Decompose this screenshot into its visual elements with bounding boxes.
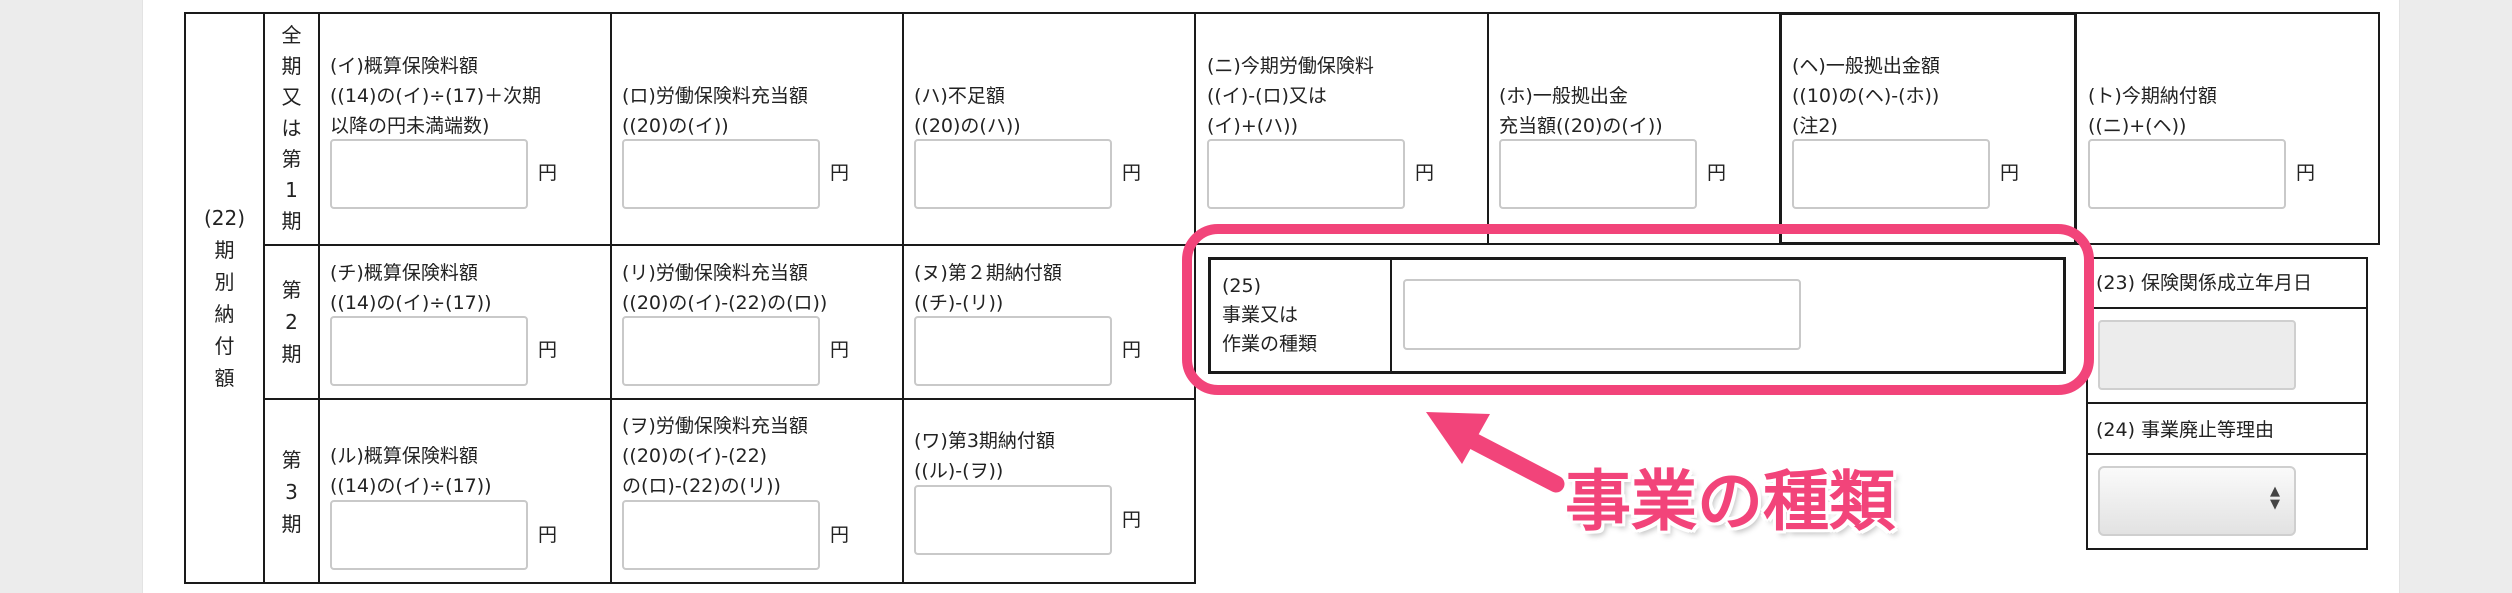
abolition-reason-select[interactable]: ▲ ▼ <box>2098 466 2296 536</box>
input-ri-allocation[interactable] <box>622 316 820 386</box>
divider <box>2086 453 2368 455</box>
label-ri: (リ)労働保険料充当額 ((20)の(イ)-(22)の(ロ)) <box>622 262 828 314</box>
label-ni: (ニ)今期労働保険料 ((イ)-(ロ)又は (イ)+(ハ)) <box>1207 55 1374 137</box>
period2-label: 第 2 期 <box>281 278 302 366</box>
input-ho-general-contribution[interactable] <box>1499 139 1697 209</box>
label-ro: (ロ)労働保険料充当額 ((20)の(イ)) <box>622 85 808 137</box>
label-nu: (ヌ)第２期納付額 ((チ)-(リ)) <box>914 262 1062 314</box>
divider <box>902 12 904 584</box>
yen-unit: 円 <box>830 162 850 184</box>
label-chi: (チ)概算保険料額 ((14)の(イ)÷(17)) <box>330 262 492 314</box>
input-wa-third-payment[interactable] <box>914 485 1112 555</box>
label-to: (ト)今期納付額 ((ニ)+(ヘ)) <box>2088 85 2217 137</box>
annotation-highlight <box>1182 224 2094 395</box>
yen-unit: 円 <box>1122 162 1142 184</box>
yen-unit: 円 <box>538 162 558 184</box>
divider <box>610 12 612 584</box>
yen-unit: 円 <box>830 524 850 546</box>
input-i-estimated-premium[interactable] <box>330 139 528 209</box>
input-chi-estimated-premium[interactable] <box>330 316 528 386</box>
group-label-22: (22) 期 別 納 付 額 <box>203 206 246 390</box>
yen-unit: 円 <box>538 339 558 361</box>
input-ru-estimated-premium[interactable] <box>330 500 528 570</box>
input-ro-allocation[interactable] <box>622 139 820 209</box>
insurance-established-label: (23) 保険関係成立年月日 <box>2096 272 2313 294</box>
abolition-reason-label: (24) 事業廃止等理由 <box>2096 419 2275 441</box>
yen-unit: 円 <box>538 524 558 546</box>
yen-unit: 円 <box>1122 509 1142 531</box>
input-ni-labor-premium[interactable] <box>1207 139 1405 209</box>
input-to-payment-this-period[interactable] <box>2088 139 2286 209</box>
label-i: (イ)概算保険料額 ((14)の(イ)÷(17)＋次期 以降の円未満端数) <box>330 55 542 137</box>
label-ru: (ル)概算保険料額 ((14)の(イ)÷(17)) <box>330 445 492 497</box>
period1-label: 全 期 又 は 第 1 期 <box>281 22 302 233</box>
input-he-general-contribution-amount[interactable] <box>1792 139 1990 209</box>
annotation-arrow-icon <box>1420 408 1569 497</box>
input-nu-second-payment[interactable] <box>914 316 1112 386</box>
divider <box>263 244 1196 246</box>
yen-unit: 円 <box>1122 339 1142 361</box>
input-wo-allocation[interactable] <box>622 500 820 570</box>
divider <box>2086 402 2368 404</box>
label-wo: (ヲ)労働保険料充当額 ((20)の(イ)-(22) の(ロ)-(22)の(リ)… <box>622 415 808 497</box>
input-ha-shortfall[interactable] <box>914 139 1112 209</box>
select-arrows-icon: ▲ ▼ <box>2270 484 2280 512</box>
label-ha: (ハ)不足額 ((20)の(ハ)) <box>914 85 1021 137</box>
label-wa: (ワ)第3期納付額 ((ル)-(ヲ)) <box>914 430 1055 482</box>
divider <box>318 12 320 584</box>
divider <box>263 398 1196 400</box>
yen-unit: 円 <box>1707 162 1727 184</box>
label-he: (ヘ)一般拠出金額 ((10)の(ヘ)-(ホ)) (注2) <box>1792 55 1940 137</box>
yen-unit: 円 <box>830 339 850 361</box>
period3-label: 第 3 期 <box>281 448 302 536</box>
divider <box>2086 307 2368 309</box>
insurance-established-date <box>2098 320 2296 390</box>
yen-unit: 円 <box>2296 162 2316 184</box>
yen-unit: 円 <box>1415 162 1435 184</box>
divider <box>1487 12 1489 245</box>
annotation-label: 事業の種類 <box>1565 463 1895 540</box>
yen-unit: 円 <box>2000 162 2020 184</box>
label-ho: (ホ)一般拠出金 充当額((20)の(イ)) <box>1499 85 1663 137</box>
